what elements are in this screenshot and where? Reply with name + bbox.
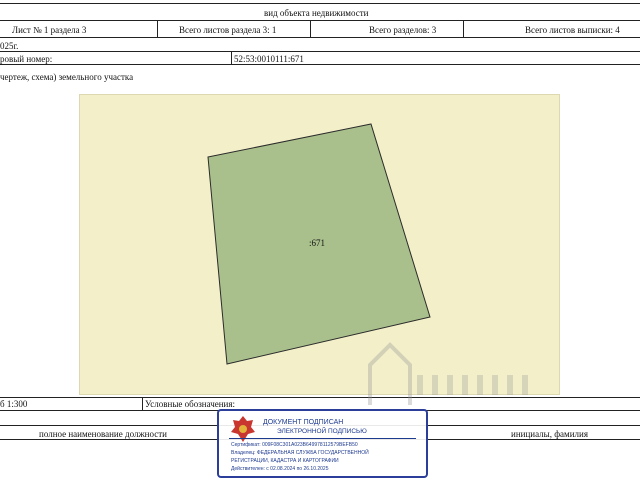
plan-label: чертеж, схема) земельного участка: [0, 72, 134, 82]
total-sections: Всего разделов: 3: [369, 25, 437, 35]
divider-sections: [310, 20, 311, 37]
signature-stamp: ДОКУМЕНТ ПОДПИСАН ЭЛЕКТРОННОЙ ПОДПИСЬЮ С…: [217, 409, 428, 478]
cadastral-label: ровый номер:: [0, 54, 53, 64]
stamp-title: ДОКУМЕНТ ПОДПИСАН: [263, 419, 344, 426]
parcel-label: :671: [309, 238, 326, 248]
total-sheets-extract: Всего листов выписки: 4: [525, 25, 620, 35]
divider-legend: [142, 397, 143, 410]
stamp-owner-line2: РЕГИСТРАЦИИ, КАДАСТРА И КАРТОГРАФИИ: [231, 458, 339, 464]
stamp-subtitle: ЭЛЕКТРОННОЙ ПОДПИСЬЮ: [277, 428, 367, 435]
rule-2: [0, 37, 640, 38]
rule-4: [0, 64, 640, 65]
stamp-valid: Действителен: с 02.08.2024 по 26.10.2025: [231, 466, 329, 472]
section-title: вид объекта недвижимости: [264, 8, 369, 18]
legend-label: Условные обозначения:: [145, 399, 236, 409]
divider-cadastral: [231, 51, 232, 64]
scale-label: б 1:300: [0, 399, 28, 409]
watermark: [360, 335, 560, 415]
position-label: полное наименование должности: [39, 429, 167, 439]
rule-3: [0, 51, 640, 52]
stamp-separator: [229, 438, 416, 439]
emblem-icon: [231, 416, 255, 442]
sheet-number: Лист № 1 раздела 3: [12, 25, 87, 35]
stamp-certificate: Сертификат: 009F08C301A023B649978112579B…: [231, 442, 358, 448]
rule-top: [0, 3, 640, 4]
total-sheets-section: Всего листов раздела 3: 1: [179, 25, 277, 35]
house-icon: [368, 342, 528, 405]
initials-label: инициалы, фамилия: [511, 429, 588, 439]
date-fragment: 025г.: [0, 41, 19, 51]
stamp-owner-line1: Владелец: ФЕДЕРАЛЬНАЯ СЛУЖБА ГОСУДАРСТВЕ…: [231, 450, 369, 456]
divider-extract: [463, 20, 464, 37]
divider-sheet: [157, 20, 158, 37]
rule-1: [0, 20, 640, 21]
cadastral-number: 52:53:0010111:671: [234, 54, 304, 64]
